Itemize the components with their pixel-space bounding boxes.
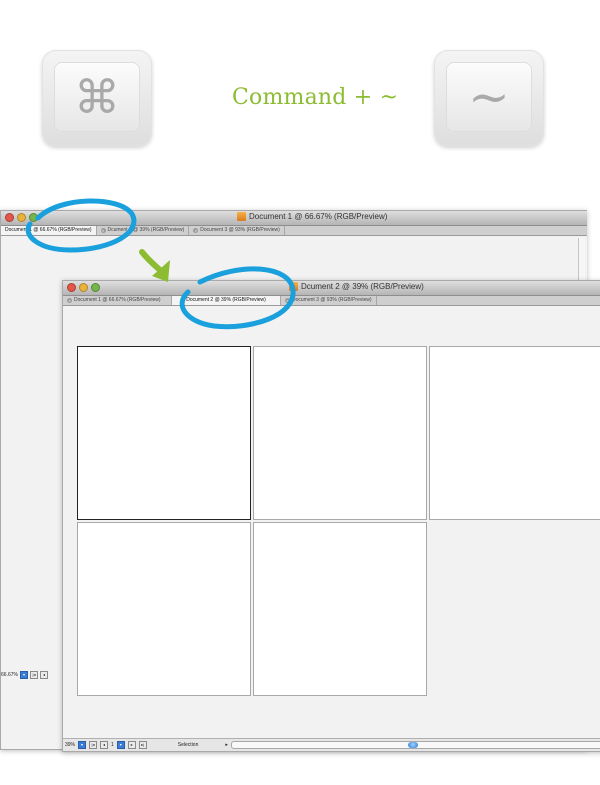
tab-document-1[interactable]: × Document 1 @ 66.67% (RGB/Preview) xyxy=(63,296,172,305)
minimize-button[interactable] xyxy=(17,213,26,222)
artboard-3[interactable] xyxy=(429,346,600,520)
tab-document-1[interactable]: Document 1 @ 66.67% (RGB/Preview) xyxy=(1,226,97,235)
tab-close-icon[interactable]: × xyxy=(67,298,72,303)
current-tool-label: Selection xyxy=(177,742,199,748)
next-page-button[interactable]: ▸ xyxy=(127,741,136,749)
scroll-thumb[interactable] xyxy=(407,742,418,748)
window-2-titlebar[interactable]: Dcument 2 @ 39% (RGB/Preview) xyxy=(63,281,600,296)
artboard-5[interactable] xyxy=(253,522,427,696)
zoom-button[interactable] xyxy=(91,283,100,292)
close-button[interactable] xyxy=(67,283,76,292)
window-1-controls xyxy=(5,213,38,222)
page-dropdown-icon[interactable]: ▾ xyxy=(116,741,125,749)
tab-document-3[interactable]: × Document 3 @ 93% (RGB/Preview) xyxy=(189,226,285,235)
minimize-button[interactable] xyxy=(79,283,88,292)
tab-close-icon[interactable]: × xyxy=(193,228,199,233)
artboard-1[interactable] xyxy=(77,346,251,520)
shortcut-label: Command + ~ xyxy=(232,85,399,110)
prev-page-button[interactable]: ◂ xyxy=(39,671,48,679)
zoom-dropdown-icon[interactable]: ▾ xyxy=(19,671,28,679)
tab-document-2[interactable]: × Dcument 2 @ 39% (RGB/Preview) xyxy=(97,226,190,235)
tab-label: Dcument 2 @ 39% (RGB/Preview) xyxy=(107,227,185,233)
artboard-canvas[interactable] xyxy=(63,305,600,739)
first-page-button[interactable]: |◂ xyxy=(89,741,98,749)
tab-label: Document 3 @ 93% (RGB/Preview) xyxy=(292,297,372,303)
tab-close-icon[interactable]: × xyxy=(285,298,290,303)
tab-label: Document 1 @ 66.67% (RGB/Preview) xyxy=(74,297,161,303)
artboard-2[interactable] xyxy=(253,346,427,520)
window-1-title: Document 1 @ 66.67% (RGB/Preview) xyxy=(237,212,387,221)
window-2-controls xyxy=(67,283,100,292)
window-2-title-text: Dcument 2 @ 39% (RGB/Preview) xyxy=(301,282,424,291)
artboard-4[interactable] xyxy=(77,522,251,696)
last-page-button[interactable]: ▸| xyxy=(138,741,147,749)
tab-document-2[interactable]: Document 2 @ 39% (RGB/Preview) xyxy=(172,296,281,305)
command-symbol: ⌘ xyxy=(54,62,140,132)
command-key-icon: ⌘ xyxy=(42,50,152,146)
window-2-statusbar: 39% ▾ |◂ ◂ 1 ▾ ▸ ▸| Selection ▸ xyxy=(63,738,600,751)
document-icon xyxy=(289,282,298,291)
zoom-level[interactable]: 66.67% xyxy=(1,670,18,680)
window-1-tabbar: Document 1 @ 66.67% (RGB/Preview) × Dcum… xyxy=(1,226,587,236)
document-window-2: Dcument 2 @ 39% (RGB/Preview) × Document… xyxy=(62,280,600,752)
window-1-title-text: Document 1 @ 66.67% (RGB/Preview) xyxy=(249,212,388,221)
window-2-title: Dcument 2 @ 39% (RGB/Preview) xyxy=(289,282,424,291)
tab-close-icon[interactable]: × xyxy=(100,228,106,233)
zoom-dropdown-icon[interactable]: ▾ xyxy=(78,741,87,749)
tab-label: Document 3 @ 93% (RGB/Preview) xyxy=(200,227,280,233)
tab-label: Document 1 @ 66.67% (RGB/Preview) xyxy=(5,227,92,233)
zoom-level[interactable]: 39% xyxy=(65,742,75,748)
prev-page-button[interactable]: ◂ xyxy=(100,741,109,749)
close-button[interactable] xyxy=(5,213,14,222)
zoom-button[interactable] xyxy=(29,213,38,222)
tilde-key-icon: ~ xyxy=(434,50,544,146)
first-page-button[interactable]: |◂ xyxy=(29,671,38,679)
tab-document-3[interactable]: × Document 3 @ 93% (RGB/Preview) xyxy=(281,296,377,305)
tab-label: Document 2 @ 39% (RGB/Preview) xyxy=(186,297,266,303)
status-menu-arrow-icon[interactable]: ▸ xyxy=(225,742,228,748)
horizontal-scrollbar[interactable] xyxy=(230,741,600,749)
document-icon xyxy=(237,212,246,221)
page-number[interactable]: 1 xyxy=(111,742,114,748)
window-1-titlebar[interactable]: Document 1 @ 66.67% (RGB/Preview) xyxy=(1,211,587,226)
tilde-symbol: ~ xyxy=(446,62,532,132)
